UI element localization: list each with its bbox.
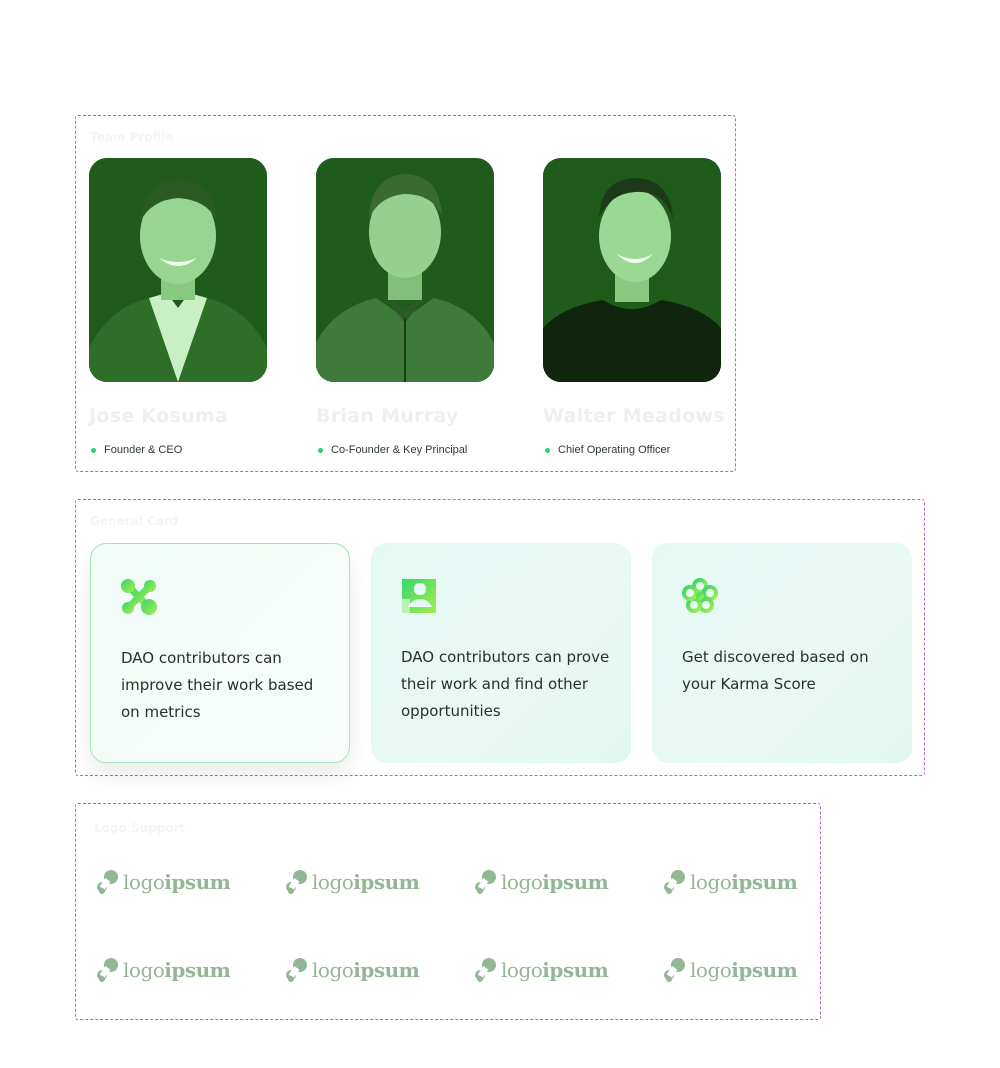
partner-logo[interactable]: logoipsum: [663, 955, 798, 985]
logoipsum-mark-icon: [97, 870, 118, 894]
team-member-card[interactable]: Jose Kosuma Founder & CEO: [89, 158, 267, 456]
team-profile-frame: Team Profile Jose Kosuma Founder & CEO B…: [75, 115, 736, 472]
logo-text: logoipsum: [123, 870, 231, 894]
team-member-card[interactable]: Walter Meadows Chief Operating Officer: [543, 158, 725, 456]
partner-logo[interactable]: logoipsum: [285, 955, 420, 985]
member-name: Brian Murray: [316, 405, 459, 427]
status-dot: [91, 447, 96, 453]
logo-text: logoipsum: [690, 958, 798, 982]
logoipsum-mark-icon: [475, 870, 496, 894]
feature-card[interactable]: DAO contributors can prove their work an…: [371, 543, 631, 763]
member-role: Founder & CEO: [89, 444, 267, 456]
partner-logo[interactable]: logoipsum: [96, 867, 231, 897]
logoipsum-mark-icon: [286, 958, 307, 982]
logoipsum-mark-icon: [664, 870, 685, 894]
frame-label: Team Profile: [90, 130, 174, 144]
feature-card-text: DAO contributors can prove their work an…: [401, 648, 610, 720]
feature-card-text: DAO contributors can improve their work …: [121, 649, 314, 721]
logo-text: logoipsum: [123, 958, 231, 982]
flower-icon: [681, 577, 719, 615]
logoipsum-mark-icon: [475, 958, 496, 982]
member-role-text: Founder & CEO: [104, 444, 183, 456]
team-member-card[interactable]: Brian Murray Co-Founder & Key Principal: [316, 158, 494, 456]
partner-logo[interactable]: logoipsum: [474, 867, 609, 897]
member-photo: [89, 158, 267, 382]
feature-card-text: Get discovered based on your Karma Score: [682, 648, 869, 693]
partner-logo[interactable]: logoipsum: [285, 867, 420, 897]
status-dot: [545, 447, 550, 453]
logo-text: logoipsum: [501, 958, 609, 982]
member-role: Chief Operating Officer: [543, 444, 721, 456]
logo-text: logoipsum: [690, 870, 798, 894]
logo-text: logoipsum: [312, 870, 420, 894]
logoipsum-mark-icon: [286, 870, 307, 894]
partner-logo[interactable]: logoipsum: [663, 867, 798, 897]
member-photo: [543, 158, 721, 382]
logoipsum-mark-icon: [664, 958, 685, 982]
member-name: Jose Kosuma: [89, 405, 229, 427]
general-card-frame: General Card DAO contributors can improv…: [75, 499, 925, 776]
feature-card[interactable]: Get discovered based on your Karma Score: [652, 543, 912, 763]
feature-card[interactable]: DAO contributors can improve their work …: [90, 543, 350, 763]
member-name: Walter Meadows: [543, 405, 725, 427]
puzzle-person-icon: [400, 577, 438, 615]
frame-label: General Card: [90, 514, 179, 528]
partner-logo[interactable]: logoipsum: [474, 955, 609, 985]
member-role: Co-Founder & Key Principal: [316, 444, 494, 456]
member-role-text: Chief Operating Officer: [558, 444, 671, 456]
member-photo: [316, 158, 494, 382]
molecule-icon: [120, 578, 158, 616]
logoipsum-mark-icon: [97, 958, 118, 982]
member-role-text: Co-Founder & Key Principal: [331, 444, 468, 456]
logo-text: logoipsum: [501, 870, 609, 894]
logo-text: logoipsum: [312, 958, 420, 982]
status-dot: [318, 447, 323, 453]
logo-support-frame: Logo Support logoipsum logoipsum logoips…: [75, 803, 821, 1020]
partner-logo[interactable]: logoipsum: [96, 955, 231, 985]
frame-label: Logo Support: [94, 821, 186, 835]
